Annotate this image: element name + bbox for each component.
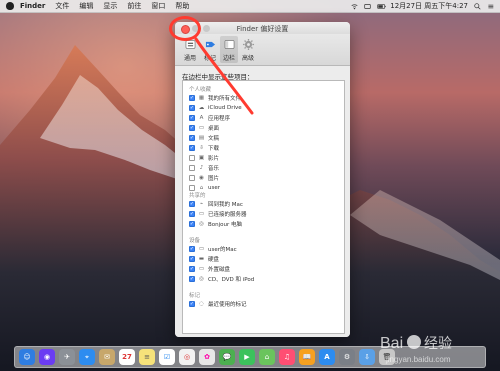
dock-app-photos[interactable]: ✿ bbox=[199, 349, 215, 365]
option-label: Bonjour 电脑 bbox=[208, 221, 243, 228]
option-label: 外置磁盘 bbox=[208, 266, 231, 273]
option-label: 最近使用的标记 bbox=[208, 301, 247, 308]
apple-icon[interactable] bbox=[6, 2, 14, 10]
wifi-icon[interactable] bbox=[351, 3, 358, 10]
battery-icon[interactable] bbox=[377, 3, 386, 10]
dock-app-launchpad[interactable]: ✈ bbox=[59, 349, 75, 365]
menubar-item-window[interactable]: 窗口 bbox=[151, 1, 165, 11]
checkbox-this-mac[interactable]: ✓ bbox=[189, 245, 195, 252]
movie-icon: ▣ bbox=[198, 154, 205, 161]
dock-app-system-preferences[interactable]: ⚙ bbox=[339, 349, 355, 365]
menubar-item-edit[interactable]: 编辑 bbox=[79, 1, 93, 11]
sidebar-option-music[interactable]: ♪ 音乐 bbox=[189, 163, 337, 172]
checkbox-music[interactable] bbox=[189, 164, 195, 171]
menubar-app-finder[interactable]: Finder bbox=[20, 2, 45, 10]
checkbox-recent-tags[interactable]: ✓ bbox=[189, 300, 195, 307]
menubar: Finder 文件 编辑 显示 前往 窗口 帮助 12月27日 周五下午4:27 bbox=[0, 0, 500, 13]
checkbox-bonjour[interactable]: ✓ bbox=[189, 220, 195, 227]
music-icon: ♪ bbox=[199, 164, 204, 171]
option-label: user的Mac bbox=[208, 246, 237, 253]
checkbox-hard-disks[interactable]: ✓ bbox=[189, 255, 195, 262]
dock-app-photos-app[interactable]: ◎ bbox=[179, 349, 195, 365]
group-label-devices: 设备 bbox=[189, 238, 201, 244]
dock-app-music[interactable]: ♫ bbox=[279, 349, 295, 365]
dock-app-safari[interactable]: ⌖ bbox=[79, 349, 95, 365]
dock-app-maps[interactable]: ⌂ bbox=[259, 349, 275, 365]
camera-icon: ◉ bbox=[199, 174, 204, 181]
group-label-tags: 标记 bbox=[189, 293, 201, 299]
checkbox-user-home[interactable] bbox=[189, 184, 195, 191]
menubar-item-go[interactable]: 前往 bbox=[127, 1, 141, 11]
dock-app-reminders[interactable]: ☑ bbox=[159, 349, 175, 365]
sidebar-option-hard-disks[interactable]: ✓ ▬ 硬盘 bbox=[189, 254, 337, 263]
group-label-shared: 共享的 bbox=[189, 193, 206, 199]
bonjour-icon: ◎ bbox=[199, 220, 204, 227]
sidebar-option-external-disks[interactable]: ✓ ▭ 外置磁盘 bbox=[189, 264, 337, 273]
option-label: CD、DVD 和 iPod bbox=[208, 276, 255, 283]
sidebar-option-cds-dvds-ipods[interactable]: ✓ ◎ CD、DVD 和 iPod bbox=[189, 274, 337, 283]
computer-icon: ▭ bbox=[198, 245, 205, 252]
dock-app-notes[interactable]: ≡ bbox=[139, 349, 155, 365]
menubar-item-file[interactable]: 文件 bbox=[55, 1, 69, 11]
dock-app-mail-stamp[interactable]: ✉ bbox=[99, 349, 115, 365]
menubar-item-help[interactable]: 帮助 bbox=[175, 1, 189, 11]
sidebar-option-recent-tags[interactable]: ✓ ◌ 最近使用的标记 bbox=[189, 299, 337, 308]
dock-app-downloads[interactable]: ⇩ bbox=[359, 349, 375, 365]
checkbox-pictures[interactable] bbox=[189, 174, 195, 181]
home-icon: ⌂ bbox=[199, 184, 204, 191]
window-title: Finder 偏好设置 bbox=[236, 25, 289, 33]
search-icon[interactable] bbox=[474, 2, 481, 10]
checkbox-external-disks[interactable]: ✓ bbox=[189, 265, 195, 272]
sidebar-option-connected-servers[interactable]: ✓ ▭ 已连接的服务器 bbox=[189, 209, 337, 218]
menubar-status-area: 12月27日 周五下午4:27 bbox=[351, 0, 494, 12]
tag-outline-icon: ◌ bbox=[199, 300, 204, 307]
dock-app-appstore[interactable]: A bbox=[319, 349, 335, 365]
checkbox-cds-dvds-ipods[interactable]: ✓ bbox=[189, 275, 195, 282]
notification-center-icon[interactable] bbox=[487, 3, 494, 10]
dock: ☺ ◉ ✈ ⌖ ✉ 27 ≡ ☑ ◎ ✿ 💬 ▶ ⌂ ♫ 📖 A ⚙ ⇩ 🗑 bbox=[14, 346, 486, 368]
sidebar-option-pictures[interactable]: ◉ 图片 bbox=[189, 173, 337, 182]
dock-app-trash[interactable]: 🗑 bbox=[379, 349, 395, 365]
externaldisk-icon: ▭ bbox=[198, 265, 205, 272]
sidebar-option-back-to-my-mac[interactable]: ✓ ⌁ 回到我的 Mac bbox=[189, 199, 337, 208]
dock-app-messages[interactable]: 💬 bbox=[219, 349, 235, 365]
option-label: 已连接的服务器 bbox=[208, 211, 247, 218]
option-label: 图片 bbox=[208, 175, 220, 182]
checkbox-movies[interactable] bbox=[189, 154, 195, 161]
annotation-arrow bbox=[194, 37, 254, 115]
dock-app-calendar[interactable]: 27 bbox=[119, 349, 135, 365]
option-label: user bbox=[208, 184, 220, 191]
sidebar-option-this-mac[interactable]: ✓ ▭ user的Mac bbox=[189, 244, 337, 253]
dock-app-facetime[interactable]: ▶ bbox=[239, 349, 255, 365]
option-label: 回到我的 Mac bbox=[208, 201, 243, 208]
dock-app-siri[interactable]: ◉ bbox=[39, 349, 55, 365]
clock[interactable]: 12月27日 周五下午4:27 bbox=[390, 1, 468, 11]
checkbox-back-to-my-mac[interactable]: ✓ bbox=[189, 200, 195, 207]
cd-icon: ◎ bbox=[199, 275, 204, 282]
back-to-mac-icon: ⌁ bbox=[199, 200, 204, 207]
window-titlebar: Finder 偏好设置 bbox=[175, 22, 350, 34]
sidebar-option-user-home[interactable]: ⌂ user bbox=[189, 183, 337, 192]
menubar-item-view[interactable]: 显示 bbox=[103, 1, 117, 11]
server-icon: ▭ bbox=[198, 210, 205, 217]
option-label: 硬盘 bbox=[208, 256, 220, 263]
harddrive-icon: ▬ bbox=[198, 255, 205, 262]
sidebar-option-bonjour[interactable]: ✓ ◎ Bonjour 电脑 bbox=[189, 219, 337, 228]
input-method-icon[interactable] bbox=[364, 3, 371, 10]
dock-app-finder[interactable]: ☺ bbox=[19, 349, 35, 365]
dock-app-books[interactable]: 📖 bbox=[299, 349, 315, 365]
checkbox-connected-servers[interactable]: ✓ bbox=[189, 210, 195, 217]
option-label: 音乐 bbox=[208, 165, 220, 172]
